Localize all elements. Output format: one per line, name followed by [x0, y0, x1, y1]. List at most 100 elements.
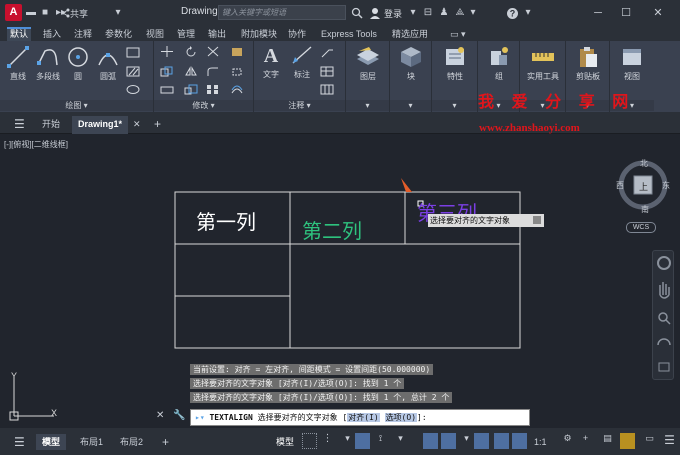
minimize-button[interactable]: ─ — [587, 5, 609, 21]
tab-view[interactable]: 视图 — [143, 27, 167, 41]
isodraft-toggle[interactable]: ▾ — [393, 433, 408, 449]
plus-icon[interactable]: + — [578, 433, 593, 449]
hamburger-menu-icon[interactable]: ☰ — [8, 116, 31, 134]
tab-insert[interactable]: 插入 — [40, 27, 64, 41]
object-snap-tracking-toggle[interactable] — [423, 433, 438, 449]
cell-text-col1[interactable]: 第一列 — [196, 206, 256, 235]
annotation-scale-toggle[interactable] — [512, 433, 527, 449]
help-dropdown-icon[interactable]: ▾ — [521, 6, 535, 20]
tab-manage[interactable]: 管理 — [174, 27, 198, 41]
viewcube-east[interactable]: 东 — [662, 180, 670, 191]
tab-addins[interactable]: 附加模块 — [238, 27, 280, 41]
steering-wheel-icon[interactable] — [657, 256, 671, 270]
zoom-icon[interactable] — [658, 312, 668, 322]
share-button[interactable]: 共享 — [70, 7, 88, 20]
leader-icon[interactable] — [320, 47, 334, 58]
snap-toggle[interactable]: ⋮ — [320, 433, 335, 449]
maximize-button[interactable]: ☐ — [615, 5, 637, 21]
grid-toggle[interactable] — [302, 433, 317, 449]
utilities-tool[interactable]: 实用工具 — [523, 45, 563, 82]
polar-toggle[interactable]: ⟟ — [373, 433, 388, 449]
stretch-icon[interactable] — [160, 84, 174, 95]
line-tool[interactable]: 直线 — [4, 45, 32, 82]
model-space-button[interactable]: 模型 — [270, 434, 300, 450]
login-button[interactable]: 登录 — [384, 7, 402, 20]
rotate-icon[interactable] — [184, 46, 198, 57]
trim-icon[interactable] — [206, 46, 220, 57]
orbit-icon[interactable] — [657, 338, 671, 346]
showmotion-icon[interactable] — [658, 362, 670, 372]
object-snap-toggle[interactable] — [441, 433, 456, 449]
search-input[interactable]: 键入关键字或短语 — [218, 5, 346, 20]
dropdown-icon[interactable]: ▾ — [459, 433, 474, 449]
workspace-gear-icon[interactable]: ⚙ — [560, 433, 575, 449]
hardware-acceleration-icon[interactable]: ▤ — [600, 433, 615, 449]
circle-tool[interactable]: 圆 — [66, 45, 90, 82]
viewcube-south[interactable]: 南 — [641, 204, 649, 215]
new-tab-button[interactable]: + — [148, 116, 167, 134]
tab-output[interactable]: 输出 — [205, 27, 229, 41]
wcs-menu[interactable]: WCS — [626, 222, 656, 233]
open-folder-icon[interactable]: ■ — [38, 6, 52, 20]
ellipse-icon[interactable] — [126, 84, 140, 95]
cart-icon[interactable]: ⊟ — [421, 6, 435, 20]
layers-dropdown[interactable]: ▾ — [346, 100, 389, 111]
draw-panel-label[interactable]: 绘图 ▾ — [0, 100, 153, 111]
ribbon-toggle-icon[interactable]: ▭ ▾ — [447, 27, 469, 41]
fillet-icon[interactable] — [206, 66, 220, 77]
dropdown-icon[interactable]: ▾ — [340, 433, 355, 449]
groups-tool[interactable]: 组 — [485, 45, 513, 82]
clean-screen-icon[interactable]: ▭ — [642, 433, 657, 449]
erase-icon[interactable] — [230, 46, 244, 57]
tab-layout1[interactable]: 布局1 — [74, 434, 109, 450]
cell-text-col2[interactable]: 第二列 — [302, 215, 362, 244]
tab-model[interactable]: 模型 — [36, 434, 67, 450]
tab-featured-apps[interactable]: 精选应用 — [389, 27, 431, 41]
close-tab-icon[interactable]: ✕ — [127, 116, 147, 134]
properties-dropdown[interactable]: ▾ — [432, 100, 477, 111]
user-icon[interactable] — [369, 7, 381, 19]
viewcube-top-face[interactable]: 上 — [639, 180, 648, 193]
person-icon[interactable]: ♟ — [437, 6, 451, 20]
tab-express-tools[interactable]: Express Tools — [318, 27, 380, 41]
text-tool[interactable]: A 文字 — [258, 43, 284, 80]
mirror-icon[interactable] — [184, 66, 198, 77]
option-options[interactable]: 选项(O) — [384, 413, 418, 422]
table-icon[interactable] — [320, 66, 334, 77]
command-input[interactable]: ▸▾ TEXTALIGN 选择要对齐的文字对象 [对齐(I) 选项(O)]: — [190, 409, 530, 426]
viewcube-west[interactable]: 西 — [616, 180, 624, 191]
close-command-line-icon[interactable]: ✕ — [156, 410, 164, 421]
tab-collaborate[interactable]: 协作 — [285, 27, 309, 41]
layers-tool[interactable]: 图层 — [354, 45, 382, 82]
copy-icon[interactable] — [160, 66, 174, 77]
login-dropdown-icon[interactable]: ▾ — [406, 6, 420, 20]
autoscale-toggle[interactable] — [494, 433, 509, 449]
close-button[interactable]: ✕ — [647, 5, 669, 21]
help-icon[interactable]: ? — [506, 7, 519, 20]
block-dropdown[interactable]: ▾ — [390, 100, 431, 111]
move-icon[interactable] — [160, 46, 174, 57]
customize-wrench-icon[interactable]: 🔧 — [173, 410, 185, 421]
properties-tool[interactable]: 特性 — [441, 45, 469, 82]
annotation-visibility-toggle[interactable] — [474, 433, 489, 449]
share-icon[interactable] — [60, 8, 70, 18]
clipboard-tool[interactable]: 剪贴板 — [570, 45, 606, 82]
modify-panel-label[interactable]: 修改 ▾ — [154, 100, 253, 111]
customization-menu-icon[interactable]: ☰ — [662, 433, 677, 449]
annotation-panel-label[interactable]: 注释 ▾ — [254, 100, 345, 111]
annotation-scale[interactable]: 1:1 — [528, 434, 553, 450]
hatch-icon[interactable] — [126, 66, 140, 77]
pan-icon[interactable] — [659, 282, 670, 299]
scale-icon[interactable] — [184, 84, 198, 95]
dropdown-icon[interactable]: ▾ — [111, 6, 125, 20]
tab-annotate[interactable]: 注释 — [71, 27, 95, 41]
app-menu-button[interactable]: A — [5, 4, 22, 21]
grid-icon[interactable] — [320, 84, 334, 95]
drawing-tab[interactable]: Drawing1* — [72, 116, 129, 134]
rectangle-icon[interactable] — [126, 47, 140, 58]
search-icon[interactable] — [351, 7, 363, 19]
offset-icon[interactable] — [230, 84, 244, 95]
polyline-tool[interactable]: 多段线 — [33, 45, 63, 82]
viewcube-north[interactable]: 北 — [640, 158, 648, 169]
add-layout-button[interactable]: + — [156, 434, 175, 450]
